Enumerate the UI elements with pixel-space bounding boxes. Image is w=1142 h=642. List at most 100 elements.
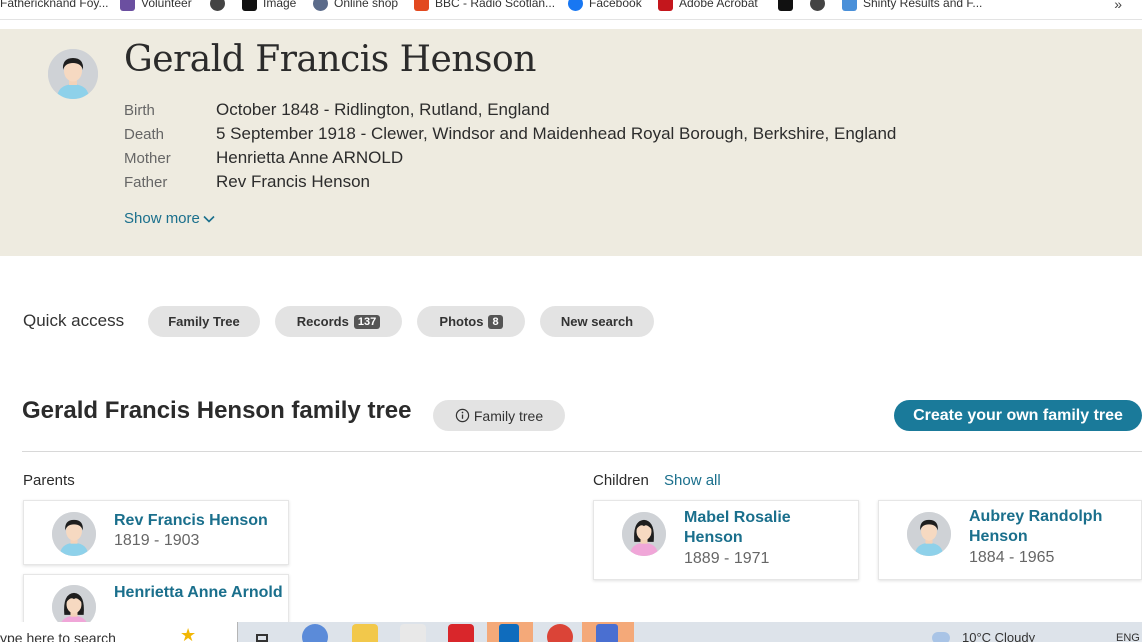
bookmark-item[interactable]: Shinty Results and F... bbox=[842, 0, 982, 12]
photos-button[interactable]: Photos 8 bbox=[417, 306, 525, 337]
taskbar-weather[interactable]: 10°C Cloudy bbox=[962, 630, 1035, 642]
children-label: Children bbox=[593, 472, 649, 489]
copilot-icon[interactable] bbox=[302, 624, 328, 642]
bookmark-item[interactable]: Image bbox=[242, 0, 296, 12]
info-icon bbox=[455, 408, 470, 423]
child-name: Aubrey Randolph Henson bbox=[969, 508, 1103, 545]
male-avatar-icon bbox=[48, 49, 98, 99]
search-highlight-icon: ★ bbox=[180, 625, 197, 642]
bookmark-label: Fathericknand Foy... bbox=[0, 0, 109, 10]
acrobat-taskbar-icon[interactable] bbox=[448, 624, 474, 642]
bookmark-item[interactable] bbox=[810, 0, 825, 12]
taskbar-search-placeholder: ype here to search bbox=[0, 630, 116, 642]
male-avatar-icon bbox=[907, 512, 951, 556]
show-more-link[interactable]: Show more bbox=[124, 210, 215, 227]
bookmark-label: Volunteer bbox=[141, 0, 192, 10]
globe-icon bbox=[810, 0, 825, 11]
parent-name: Rev Francis Henson bbox=[114, 512, 268, 529]
taskbar-language[interactable]: ENG bbox=[1116, 632, 1140, 642]
fact-row-birth: Birth October 1848 - Ridlington, Rutland… bbox=[124, 98, 896, 122]
male-avatar-icon bbox=[52, 512, 96, 556]
cloud-weather-icon bbox=[932, 632, 950, 642]
outlook-icon[interactable] bbox=[487, 622, 533, 642]
parent-dates: 1819 - 1903 bbox=[114, 532, 200, 549]
child-card[interactable]: Aubrey Randolph Henson 1884 - 1965 bbox=[878, 500, 1142, 580]
bookmarks-overflow-icon[interactable]: » bbox=[1114, 0, 1122, 12]
records-count-badge: 137 bbox=[353, 314, 381, 329]
x-logo-icon bbox=[778, 0, 793, 11]
acrobat-icon bbox=[658, 0, 673, 11]
section-divider bbox=[22, 451, 1142, 452]
show-all-link[interactable]: Show all bbox=[664, 472, 721, 489]
fact-label: Father bbox=[124, 173, 168, 191]
quick-access-label: Quick access bbox=[23, 311, 125, 330]
bookmark-label: Shinty Results and F... bbox=[863, 0, 983, 10]
badge-label: Family tree bbox=[473, 407, 544, 424]
bookmark-item[interactable]: Facebook bbox=[568, 0, 642, 12]
parent-avatar bbox=[52, 512, 96, 556]
fact-value: October 1848 - Ridlington, Rutland, Engl… bbox=[216, 100, 550, 119]
bookmark-item[interactable]: BBC - Radio Scotlan... bbox=[414, 0, 555, 12]
fact-value: 5 September 1918 - Clewer, Windsor and M… bbox=[216, 124, 897, 143]
bookmarks-bar: Fathericknand Foy... Volunteer Image Onl… bbox=[0, 0, 1142, 20]
globe-icon bbox=[313, 0, 328, 11]
person-facts: Birth October 1848 - Ridlington, Rutland… bbox=[124, 98, 896, 194]
person-header: Gerald Francis Henson Birth October 1848… bbox=[0, 29, 1142, 256]
globe-icon bbox=[210, 0, 225, 11]
child-dates: 1884 - 1965 bbox=[969, 549, 1055, 566]
child-avatar bbox=[622, 512, 666, 556]
create-family-tree-button[interactable]: Create your own family tree bbox=[894, 400, 1142, 431]
fact-row-death: Death 5 September 1918 - Clewer, Windsor… bbox=[124, 122, 896, 146]
bookmark-item[interactable]: Fathericknand Foy... bbox=[0, 0, 109, 12]
fact-label: Death bbox=[124, 125, 165, 143]
family-tree-info-badge[interactable]: Family tree bbox=[433, 400, 565, 431]
button-label: Family Tree bbox=[168, 314, 240, 329]
person-name: Gerald Francis Henson bbox=[124, 39, 536, 80]
child-name: Mabel Rosalie Henson bbox=[684, 509, 791, 546]
file-explorer-icon[interactable] bbox=[352, 624, 378, 642]
bookmark-label: Online shop bbox=[334, 0, 399, 10]
task-view-icon[interactable] bbox=[252, 624, 278, 642]
bookmark-item[interactable]: Volunteer bbox=[120, 0, 192, 12]
show-more-label: Show more bbox=[124, 210, 200, 227]
button-label: Records bbox=[296, 314, 349, 329]
family-tree-button[interactable]: Family Tree bbox=[148, 306, 260, 337]
female-avatar-icon bbox=[622, 512, 666, 556]
notepad-icon[interactable] bbox=[400, 624, 426, 642]
purple-square-icon bbox=[120, 0, 135, 11]
bookmark-item[interactable]: Online shop bbox=[313, 0, 398, 12]
bookmark-item[interactable]: Adobe Acrobat bbox=[658, 0, 758, 12]
child-dates: 1889 - 1971 bbox=[684, 550, 770, 567]
taskbar-search-box[interactable]: ype here to search ★ bbox=[0, 622, 238, 642]
person-avatar bbox=[48, 49, 98, 99]
fact-row-mother: Mother Henrietta Anne ARNOLD bbox=[124, 146, 896, 170]
parent-card[interactable]: Rev Francis Henson 1819 - 1903 bbox=[23, 500, 289, 565]
fact-label: Birth bbox=[124, 101, 155, 119]
child-avatar bbox=[907, 512, 951, 556]
new-search-button[interactable]: New search bbox=[540, 306, 654, 337]
bookmark-label: Image bbox=[263, 0, 297, 10]
chrome-icon[interactable] bbox=[547, 624, 573, 642]
bookmark-label: Facebook bbox=[589, 0, 642, 10]
parents-label: Parents bbox=[23, 472, 75, 489]
taskbar: ype here to search ★ 10°C Cloudy ENG bbox=[0, 622, 1142, 642]
parent-name: Henrietta Anne Arnold bbox=[114, 584, 283, 601]
child-card[interactable]: Mabel Rosalie Henson 1889 - 1971 bbox=[593, 500, 859, 580]
fact-value: Henrietta Anne ARNOLD bbox=[216, 148, 404, 167]
family-tree-title: Gerald Francis Henson family tree bbox=[22, 397, 412, 424]
fact-label: Mother bbox=[124, 149, 171, 167]
shinty-icon bbox=[842, 0, 857, 11]
fact-row-father: Father Rev Francis Henson bbox=[124, 170, 896, 194]
photos-count-badge: 8 bbox=[488, 314, 503, 329]
bookmark-label: BBC - Radio Scotlan... bbox=[435, 0, 556, 10]
records-button[interactable]: Records 137 bbox=[275, 306, 402, 337]
fact-value: Rev Francis Henson bbox=[216, 172, 371, 191]
bookmark-item bbox=[210, 0, 225, 12]
button-label: Photos bbox=[439, 314, 484, 329]
chevron-down-icon bbox=[203, 215, 215, 223]
x-logo-icon bbox=[242, 0, 257, 11]
taskbar-app-icon[interactable] bbox=[582, 622, 634, 642]
bookmark-label: Adobe Acrobat bbox=[679, 0, 758, 10]
button-label: New search bbox=[560, 314, 634, 329]
bookmark-item[interactable] bbox=[778, 0, 793, 12]
